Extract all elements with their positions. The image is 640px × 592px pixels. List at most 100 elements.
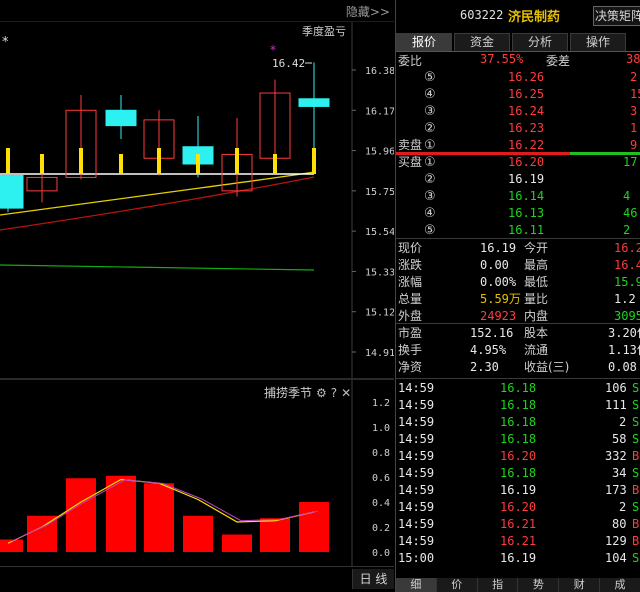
- tab-2[interactable]: 分析: [512, 33, 568, 51]
- detail-tab-0[interactable]: 细: [396, 578, 437, 592]
- quote-label: 今开: [524, 241, 549, 255]
- tick-side: S: [632, 381, 640, 395]
- sell-order-row[interactable]: ④ 16.25 15: [396, 86, 640, 103]
- stock-name[interactable]: 济民制药: [508, 6, 560, 25]
- detail-tab-3[interactable]: 势: [518, 578, 560, 592]
- tick-side: S: [632, 466, 640, 480]
- period-tab-daily[interactable]: 日 线: [352, 569, 394, 589]
- detail-tab-5[interactable]: 成: [600, 578, 640, 592]
- quote-panel: 603222 济民制药 决策矩阵 报价 资金 分析 操作 委比 37.55% 委差 3…: [395, 0, 640, 592]
- order-volume: 46: [623, 206, 638, 220]
- signal-bar: [157, 148, 161, 174]
- buy-label: 买盘: [398, 155, 423, 169]
- tab-0[interactable]: 报价: [396, 33, 452, 51]
- buy-order-row[interactable]: ③ 16.14 4: [396, 188, 640, 205]
- tick-time: 14:59: [398, 466, 435, 480]
- tick-row[interactable]: 15:00 16.19 104 S: [396, 550, 640, 567]
- price-tick-label: 16.17: [365, 106, 394, 117]
- weidiff-label: 委差: [546, 54, 571, 68]
- fundamental-row: 换手 4.95% 流通 1.13亿: [396, 342, 640, 359]
- quote-value: 16.19: [480, 241, 517, 255]
- buy-order-row[interactable]: 买盘 ① 16.20 17: [396, 154, 640, 171]
- tick-row[interactable]: 14:59 16.20 2 S: [396, 499, 640, 516]
- tick-row[interactable]: 14:59 16.18 106 S: [396, 380, 640, 397]
- decision-matrix-button[interactable]: 决策矩阵: [593, 6, 640, 26]
- tick-volume: 80: [612, 517, 627, 531]
- detail-tab-1[interactable]: 价: [436, 578, 478, 592]
- signal-bar: [196, 154, 200, 174]
- order-price: 16.20: [508, 155, 545, 169]
- tick-row[interactable]: 14:59 16.18 58 S: [396, 431, 640, 448]
- gear-icon[interactable]: ⚙: [316, 386, 327, 400]
- sell-order-row[interactable]: ② 16.23 1: [396, 120, 640, 137]
- fundamental-value: 2.30: [470, 360, 499, 374]
- quote-row: 总量 5.59万 量比 1.2: [396, 291, 640, 308]
- quote-value: 16.4: [614, 258, 640, 272]
- order-level: ①: [424, 155, 436, 170]
- indicator-tick-label: 0.0: [372, 548, 390, 559]
- tick-time: 14:59: [398, 432, 435, 446]
- fundamental-value: 3.20亿: [608, 326, 640, 340]
- quote-label: 涨幅: [398, 275, 423, 289]
- indicator-tick-label: 0.4: [372, 498, 390, 509]
- kline-chart[interactable]: 16.38 16.17 15.96 15.75 15.54 15.33 15.12 14.91…: [0, 22, 394, 378]
- fundamental-label: 股本: [524, 326, 549, 340]
- order-price: 16.19: [508, 172, 545, 186]
- quote-value: 5.59万: [480, 292, 521, 306]
- fundamental-row: 净资 2.30 收益(三) 0.08: [396, 359, 640, 376]
- candle-body: [105, 109, 137, 127]
- fundamental-label: 市盈: [398, 326, 423, 340]
- price-tick-label: 14.91: [365, 348, 394, 359]
- tick-row[interactable]: 14:59 16.21 80 B: [396, 516, 640, 533]
- tick-volume: 34: [612, 466, 627, 480]
- quote-row: 现价 16.19 今开 16.2: [396, 240, 640, 257]
- close-icon[interactable]: ✕: [341, 386, 351, 400]
- detail-tab-2[interactable]: 指: [477, 578, 519, 592]
- stock-header: 603222 济民制药 决策矩阵: [396, 0, 640, 32]
- tick-time: 14:59: [398, 398, 435, 412]
- price-tick-label: 16.38: [365, 66, 394, 77]
- tick-row[interactable]: 14:59 16.19 173 B: [396, 482, 640, 499]
- tick-time: 14:59: [398, 500, 435, 514]
- tick-row[interactable]: 14:59 16.18 34 S: [396, 465, 640, 482]
- tab-3[interactable]: 操作: [570, 33, 626, 51]
- indicator-header: 捕捞季节 ⚙ ? ✕: [264, 384, 351, 401]
- tick-row[interactable]: 14:59 16.18 2 S: [396, 414, 640, 431]
- fundamental-label: 换手: [398, 343, 423, 357]
- price-tick-label: 15.33: [365, 267, 394, 278]
- hide-panel-button[interactable]: 隐藏>>: [346, 3, 390, 20]
- tick-side: S: [632, 432, 640, 446]
- indicator-chart[interactable]: 1.2 1.0 0.8 0.6 0.4 0.2 0.0 捕捞季节 ⚙ ? ✕: [0, 380, 394, 570]
- fundamental-value: 0.08: [608, 360, 637, 374]
- tick-price: 16.19: [500, 483, 537, 497]
- tab-1[interactable]: 资金: [454, 33, 510, 51]
- fundamental-value: 1.13亿: [608, 343, 640, 357]
- sell-order-row[interactable]: ③ 16.24 3: [396, 103, 640, 120]
- buy-order-row[interactable]: ② 16.19: [396, 171, 640, 188]
- tick-volume: 173: [605, 483, 627, 497]
- tick-side: S: [632, 415, 640, 429]
- tick-row[interactable]: 14:59 16.20 332 B: [396, 448, 640, 465]
- order-level: ④: [424, 206, 436, 221]
- order-level: ②: [424, 172, 436, 187]
- indicator-tick-label: 0.6: [372, 473, 390, 484]
- kline-svg: 16.38 16.17 15.96 15.75 15.54 15.33 15.12 14.91…: [0, 22, 394, 378]
- help-icon[interactable]: ?: [331, 386, 337, 400]
- detail-tab-4[interactable]: 财: [559, 578, 601, 592]
- order-level: ③: [424, 104, 436, 119]
- tick-time: 14:59: [398, 517, 435, 531]
- price-tick-label: 15.75: [365, 187, 394, 198]
- tick-side: B: [632, 449, 640, 463]
- sell-order-row[interactable]: ⑤ 16.26 2: [396, 69, 640, 86]
- indicator-svg: 1.2 1.0 0.8 0.6 0.4 0.2 0.0: [0, 380, 390, 566]
- quote-label: 涨跌: [398, 258, 423, 272]
- buy-order-row[interactable]: ⑤ 16.11 2: [396, 222, 640, 239]
- indicator-bar: [299, 502, 329, 552]
- tick-volume: 129: [605, 534, 627, 548]
- order-level: ②: [424, 121, 436, 136]
- buy-order-row[interactable]: ④ 16.13 46: [396, 205, 640, 222]
- section-divider: [396, 323, 640, 324]
- tick-row[interactable]: 14:59 16.18 111 S: [396, 397, 640, 414]
- tick-row[interactable]: 14:59 16.21 129 B: [396, 533, 640, 550]
- quote-value: 0.00: [480, 258, 509, 272]
